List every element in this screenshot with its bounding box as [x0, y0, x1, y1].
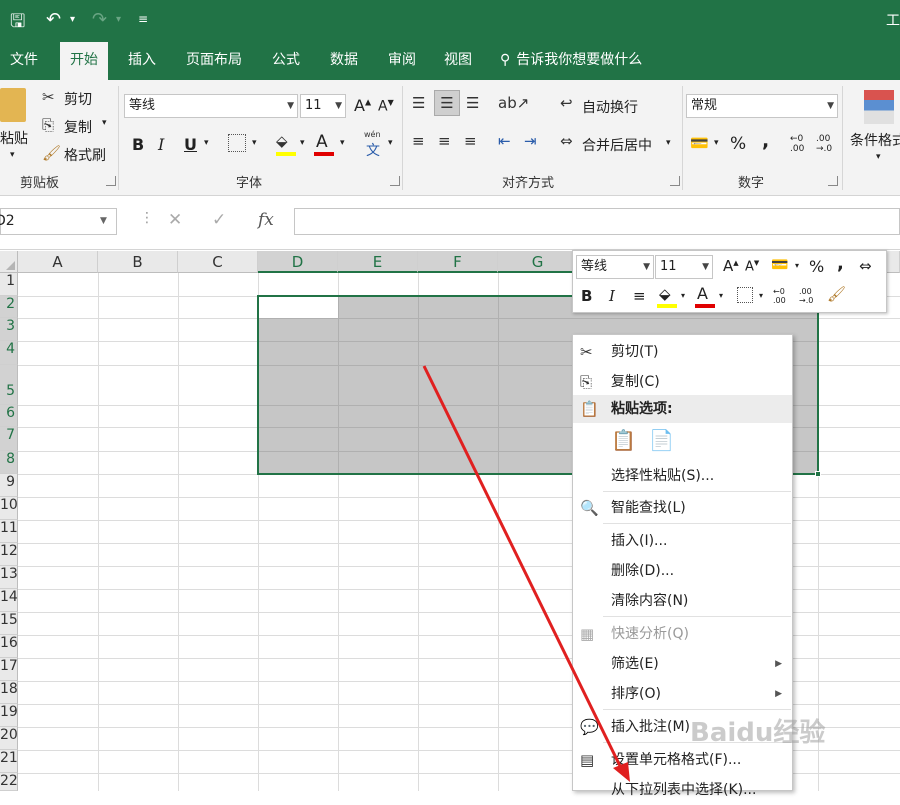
arrow-head-icon — [613, 762, 630, 782]
annotation-arrow — [422, 365, 630, 782]
arrow-shaft — [422, 365, 624, 771]
